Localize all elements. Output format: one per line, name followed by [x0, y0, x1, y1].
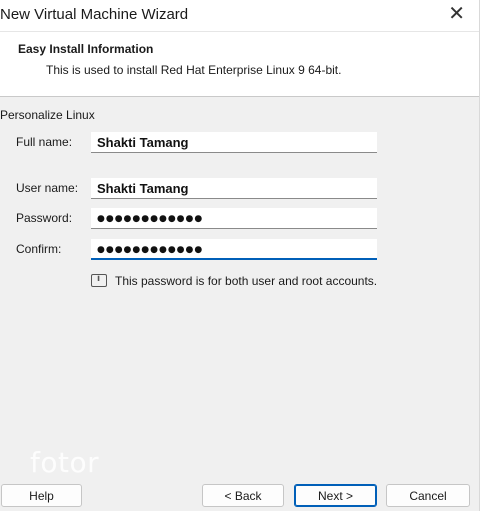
next-button[interactable]: Next >: [294, 484, 377, 507]
confirm-password-field[interactable]: ●●●●●●●●●●●●: [91, 239, 377, 260]
info-icon: i: [91, 274, 107, 287]
user-name-field[interactable]: Shakti Tamang: [91, 178, 377, 199]
password-label: Password:: [16, 211, 73, 225]
title-bar: New Virtual Machine Wizard ✕: [0, 0, 479, 32]
wizard-header: Easy Install Information This is used to…: [0, 32, 479, 97]
back-button[interactable]: < Back: [202, 484, 284, 507]
password-info-note: i This password is for both user and root…: [91, 274, 377, 288]
cancel-button[interactable]: Cancel: [386, 484, 470, 507]
close-icon[interactable]: ✕: [448, 3, 465, 25]
window-title: New Virtual Machine Wizard: [0, 6, 189, 23]
help-button[interactable]: Help: [1, 484, 82, 507]
password-field[interactable]: ●●●●●●●●●●●●: [91, 208, 377, 229]
page-subtitle: This is used to install Red Hat Enterpri…: [46, 63, 342, 77]
full-name-field[interactable]: Shakti Tamang: [91, 132, 377, 153]
confirm-label: Confirm:: [16, 242, 62, 256]
fotor-watermark: fotor: [30, 446, 100, 479]
password-info-text: This password is for both user and root …: [115, 274, 378, 288]
personalize-group-label: Personalize Linux: [0, 108, 95, 122]
user-name-label: User name:: [16, 181, 79, 195]
page-title: Easy Install Information: [18, 42, 154, 56]
full-name-label: Full name:: [16, 135, 73, 149]
wizard-window: New Virtual Machine Wizard ✕ Easy Instal…: [0, 0, 480, 511]
